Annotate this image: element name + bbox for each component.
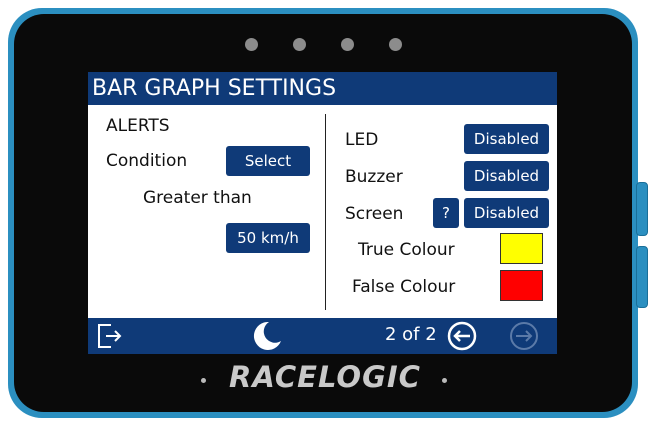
screen-label: Screen xyxy=(345,204,404,224)
true-colour-swatch[interactable] xyxy=(500,233,543,264)
condition-label: Condition xyxy=(106,151,188,171)
moon-icon[interactable] xyxy=(249,319,283,353)
side-button-upper[interactable] xyxy=(636,182,648,236)
bottom-toolbar: 2 of 2 xyxy=(88,318,557,354)
side-button-lower[interactable] xyxy=(636,246,648,308)
condition-select-button[interactable]: Select xyxy=(226,146,310,176)
arrow-left-icon[interactable] xyxy=(446,320,478,352)
page-indicator: 2 of 2 xyxy=(385,324,437,345)
title-bar: BAR GRAPH SETTINGS xyxy=(88,72,557,105)
false-colour-swatch[interactable] xyxy=(500,270,543,301)
display-screen: BAR GRAPH SETTINGS ALERTS Condition Sele… xyxy=(88,72,557,354)
alerts-heading: ALERTS xyxy=(106,116,170,136)
column-divider xyxy=(325,114,326,310)
status-led-2 xyxy=(293,38,306,51)
screen-help-button[interactable]: ? xyxy=(433,198,459,228)
page-title: BAR GRAPH SETTINGS xyxy=(92,76,337,101)
condition-value: Greater than xyxy=(143,188,252,208)
screen-disabled-button[interactable]: Disabled xyxy=(464,198,549,228)
brand-dot-right xyxy=(442,378,447,383)
status-led-3 xyxy=(341,38,354,51)
buzzer-label: Buzzer xyxy=(345,167,403,187)
exit-icon[interactable] xyxy=(94,321,124,351)
true-colour-label: True Colour xyxy=(358,240,455,260)
threshold-button[interactable]: 50 km/h xyxy=(226,223,310,253)
false-colour-label: False Colour xyxy=(352,277,456,297)
brand-logo: RACELOGIC xyxy=(229,360,421,394)
led-label: LED xyxy=(345,130,379,150)
buzzer-disabled-button[interactable]: Disabled xyxy=(464,161,549,191)
led-disabled-button[interactable]: Disabled xyxy=(464,124,549,154)
arrow-right-icon[interactable] xyxy=(508,320,540,352)
status-led-4 xyxy=(389,38,402,51)
status-led-1 xyxy=(245,38,258,51)
